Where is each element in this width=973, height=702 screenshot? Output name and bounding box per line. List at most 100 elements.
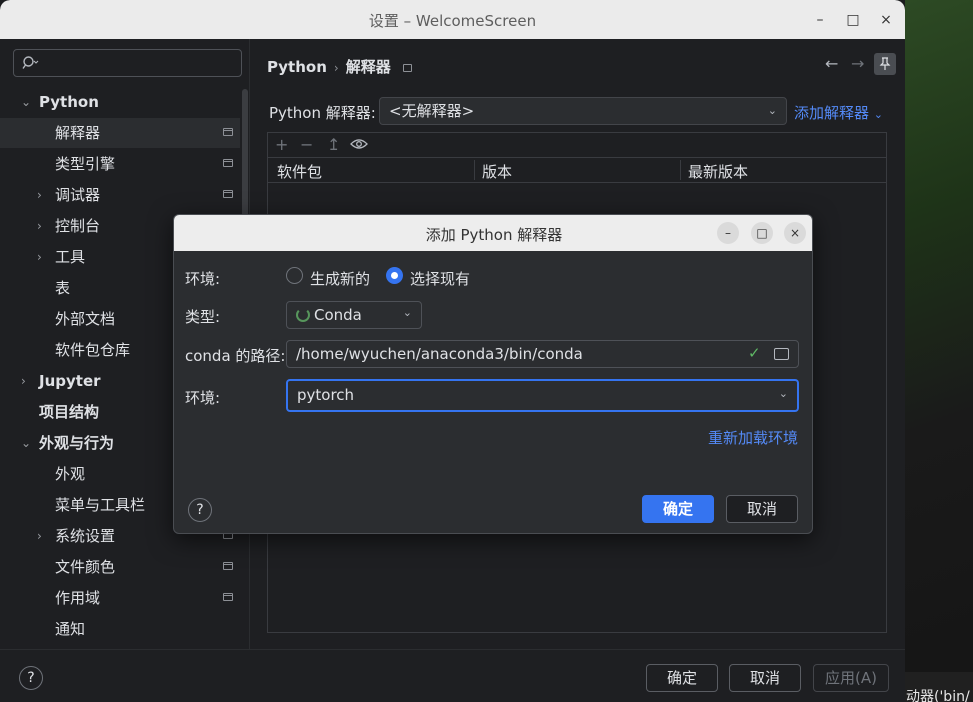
type-select[interactable]: Conda ⌄ xyxy=(286,301,422,329)
sidebar-item-label: 外观 xyxy=(55,465,86,483)
folder-icon[interactable] xyxy=(774,348,789,360)
environment-value: pytorch xyxy=(297,386,355,404)
dialog-titlebar: 添加 Python 解释器 – □ × xyxy=(174,215,812,251)
pin-icon xyxy=(223,159,233,167)
environment-label: 环境: xyxy=(185,389,221,407)
checkmark-icon: ✓ xyxy=(748,344,761,362)
sidebar-item-label: 工具 xyxy=(55,248,86,266)
interpreter-select[interactable]: <无解释器> ⌄ xyxy=(379,97,787,125)
reload-environments-link[interactable]: 重新加载环境 xyxy=(708,427,798,448)
radio-select-existing[interactable] xyxy=(386,267,403,284)
sidebar-item-label: 解释器 xyxy=(55,124,101,142)
dialog-minimize-button[interactable]: – xyxy=(717,222,739,244)
column-divider xyxy=(474,160,475,180)
close-button[interactable]: × xyxy=(875,9,897,31)
radio-generate-new[interactable] xyxy=(286,267,303,284)
chevron-right-icon[interactable]: › xyxy=(37,521,42,551)
pushpin-icon xyxy=(879,57,891,70)
dialog-cancel-button[interactable]: 取消 xyxy=(726,495,798,523)
breadcrumb: Python › 解释器 xyxy=(267,56,412,77)
sidebar-item-label: 系统设置 xyxy=(55,527,116,545)
sidebar-item-label: Jupyter xyxy=(39,372,101,390)
maximize-button[interactable]: □ xyxy=(842,9,864,31)
pin-icon xyxy=(223,190,233,198)
settings-search-input[interactable] xyxy=(13,49,242,77)
column-header-latest-version[interactable]: 最新版本 xyxy=(688,161,748,182)
sidebar-item-label: Python xyxy=(39,93,99,111)
sidebar-item-label: 外部文档 xyxy=(55,310,116,328)
conda-path-value: /home/wyuchen/anaconda3/bin/conda xyxy=(296,345,583,363)
sidebar-item[interactable]: 通知 xyxy=(0,614,240,644)
chevron-right-icon[interactable]: › xyxy=(37,242,42,272)
pin-window-button[interactable] xyxy=(874,53,896,75)
environment-select[interactable]: pytorch ⌄ xyxy=(286,379,799,412)
add-interpreter-link[interactable]: 添加解释器 ⌄ xyxy=(794,102,883,123)
chevron-down-icon[interactable]: ⌄ xyxy=(21,428,31,458)
dialog-maximize-button[interactable]: □ xyxy=(751,222,773,244)
sidebar-item[interactable]: 作用域 xyxy=(0,583,240,613)
sidebar-item-label: 项目结构 xyxy=(39,403,100,421)
cancel-button[interactable]: 取消 xyxy=(729,664,801,692)
window-title: 设置 – WelcomeScreen xyxy=(368,12,537,30)
radio-select-existing-label[interactable]: 选择现有 xyxy=(410,268,470,289)
sidebar-item[interactable]: 解释器 xyxy=(0,118,240,148)
chevron-right-icon[interactable]: › xyxy=(21,366,26,396)
sidebar-item[interactable]: 类型引擎 xyxy=(0,149,240,179)
desktop-partial-text: 动器('bin/ xyxy=(906,689,970,702)
sidebar-item[interactable]: ⌄ Python xyxy=(0,87,240,117)
add-interpreter-label: 添加解释器 xyxy=(794,104,870,122)
help-button[interactable]: ? xyxy=(19,666,43,690)
column-header-package[interactable]: 软件包 xyxy=(277,161,322,182)
conda-path-label: conda 的路径: xyxy=(185,347,286,365)
chevron-down-icon[interactable]: ⌄ xyxy=(21,87,31,117)
sidebar-item-label: 作用域 xyxy=(55,589,101,607)
window-titlebar: 设置 – WelcomeScreen – □ × xyxy=(0,0,905,39)
chevron-down-icon: ⌄ xyxy=(778,387,788,400)
radio-generate-new-label[interactable]: 生成新的 xyxy=(310,268,370,289)
chevron-right-icon[interactable]: › xyxy=(37,211,42,241)
sidebar-item-label: 表 xyxy=(55,279,71,297)
chevron-right-icon[interactable]: › xyxy=(37,180,42,210)
column-divider xyxy=(680,160,681,180)
packages-toolbar: + − ↥ xyxy=(268,133,886,158)
pin-icon xyxy=(223,593,233,601)
chevron-down-icon: ⌄ xyxy=(873,108,884,121)
breadcrumb-separator: › xyxy=(333,61,339,75)
sidebar-item-label: 文件颜色 xyxy=(55,558,116,576)
conda-path-input[interactable]: /home/wyuchen/anaconda3/bin/conda ✓ xyxy=(286,340,799,368)
column-header-version[interactable]: 版本 xyxy=(482,161,512,182)
add-interpreter-dialog: 添加 Python 解释器 – □ × 环境: 生成新的 选择现有 类型: Co… xyxy=(173,214,813,534)
loading-spinner-icon xyxy=(296,308,310,322)
upgrade-package-icon[interactable]: ↥ xyxy=(327,135,340,154)
add-package-icon[interactable]: + xyxy=(275,135,288,154)
chevron-down-icon: ⌄ xyxy=(402,306,412,319)
back-arrow-icon[interactable]: ← xyxy=(825,54,838,73)
eye-icon[interactable] xyxy=(350,138,368,150)
sidebar-item[interactable]: 文件颜色 xyxy=(0,552,240,582)
interpreter-value: <无解释器> xyxy=(389,102,475,120)
apply-button[interactable]: 应用(A) xyxy=(813,664,889,692)
packages-table-header: 软件包 版本 最新版本 xyxy=(268,158,886,183)
forward-arrow-icon[interactable]: → xyxy=(851,54,864,73)
search-icon xyxy=(22,56,39,69)
dialog-close-button[interactable]: × xyxy=(784,222,806,244)
sidebar-item-label: 调试器 xyxy=(55,186,101,204)
dialog-ok-button[interactable]: 确定 xyxy=(642,495,714,523)
sidebar-item-label: 菜单与工具栏 xyxy=(55,496,146,514)
interpreter-label: Python 解释器: xyxy=(269,104,376,122)
sidebar-item-label: 控制台 xyxy=(55,217,101,235)
dialog-help-button[interactable]: ? xyxy=(188,498,212,522)
sidebar-item[interactable]: › 调试器 xyxy=(0,180,240,210)
remove-package-icon[interactable]: − xyxy=(300,135,313,154)
sidebar-item-label: 软件包仓库 xyxy=(55,341,131,359)
pin-icon xyxy=(223,128,233,136)
pin-icon xyxy=(223,562,233,570)
ok-button[interactable]: 确定 xyxy=(646,664,718,692)
type-label: 类型: xyxy=(185,308,221,326)
desktop-background xyxy=(905,0,973,702)
breadcrumb-leaf: 解释器 xyxy=(345,58,391,76)
sidebar-item-label: 类型引擎 xyxy=(55,155,116,173)
minimize-button[interactable]: – xyxy=(809,9,831,31)
breadcrumb-root[interactable]: Python xyxy=(267,58,327,76)
type-value: Conda xyxy=(314,306,362,324)
